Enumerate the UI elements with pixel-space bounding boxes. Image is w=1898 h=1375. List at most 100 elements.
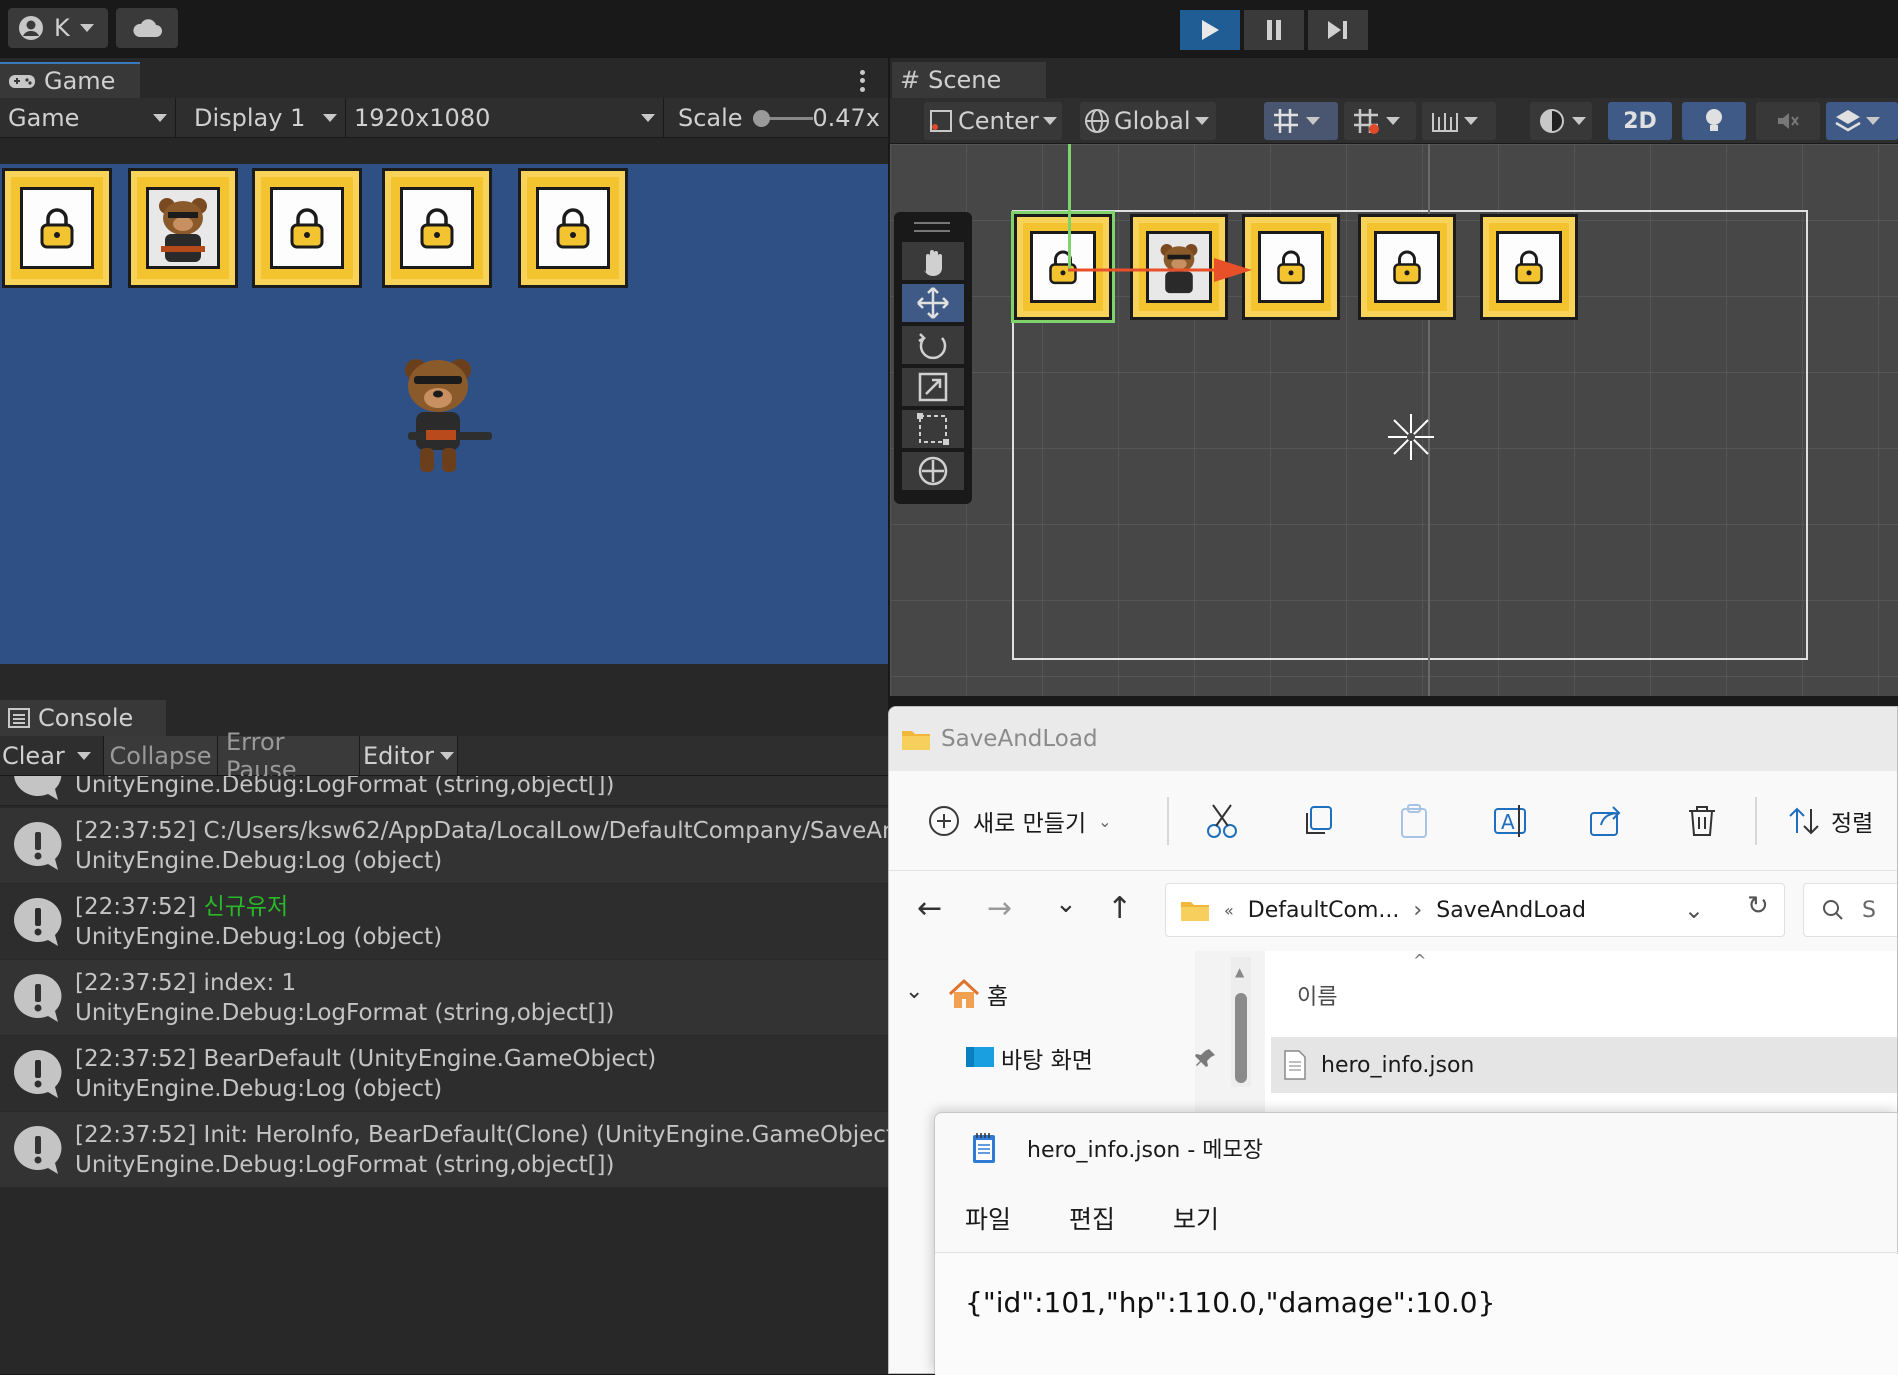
log-entry[interactable]: [22:37:52] C:/Users/ksw62/AppData/LocalL…	[0, 808, 888, 884]
scroll-up-icon[interactable]: ▲	[1235, 965, 1244, 979]
pin-icon[interactable]	[1195, 1047, 1217, 1069]
locked-slot[interactable]	[518, 168, 628, 288]
copy-icon[interactable]	[1301, 803, 1335, 839]
scene-locked-slot[interactable]	[1242, 214, 1340, 320]
back-arrow-icon[interactable]: ←	[917, 891, 942, 926]
error-pause-toggle[interactable]: Error Pause	[218, 728, 360, 784]
clear-button[interactable]: Clear	[0, 736, 65, 775]
file-row[interactable]: hero_info.json	[1271, 1037, 1897, 1093]
up-arrow-icon[interactable]: ↑	[1107, 891, 1132, 926]
paste-icon[interactable]	[1397, 803, 1431, 839]
recent-chevron-icon[interactable]: ⌄	[1055, 889, 1077, 919]
2d-mode-toggle[interactable]: 2D	[1608, 102, 1672, 140]
account-dropdown[interactable]: K	[8, 8, 108, 48]
x-axis-arrow-icon[interactable]	[1068, 252, 1254, 288]
share-icon[interactable]	[1589, 803, 1625, 839]
grid-icon	[1274, 109, 1298, 133]
log-stacktrace: UnityEngine.Debug:Log (object)	[75, 924, 443, 950]
unity-toolbar: K	[0, 0, 1898, 58]
log-message: UnityEngine.Debug:LogFormat (string,obje…	[75, 776, 615, 798]
rect-tool-button[interactable]	[902, 410, 964, 448]
audio-toggle[interactable]	[1756, 102, 1820, 140]
globe-icon	[1085, 109, 1109, 133]
new-button[interactable]: 새로 만들기 ⌄	[927, 801, 1112, 841]
log-message: [22:37:52] C:/Users/ksw62/AppData/LocalL…	[75, 818, 888, 844]
sort-button[interactable]: 정렬	[1787, 801, 1873, 841]
scene-toolbar: Center Global 2D	[890, 98, 1898, 144]
rotate-tool-button[interactable]	[902, 326, 964, 364]
pivot-dropdown[interactable]: Center	[924, 102, 1062, 140]
delete-icon[interactable]	[1685, 803, 1719, 839]
more-options-icon[interactable]	[852, 68, 872, 94]
console-icon	[8, 708, 30, 728]
locked-slot[interactable]	[252, 168, 362, 288]
console-partial-row[interactable]: UnityEngine.Debug:LogFormat (string,obje…	[0, 776, 888, 806]
space-dropdown[interactable]: Global	[1080, 102, 1216, 140]
cloud-button[interactable]	[116, 8, 178, 48]
scale-slider[interactable]	[752, 108, 813, 128]
address-dropdown-icon[interactable]: ⌄	[1684, 896, 1704, 924]
transform-tool-button[interactable]	[902, 452, 964, 490]
log-entry[interactable]: [22:37:52] index: 1 UnityEngine.Debug:Log…	[0, 960, 888, 1036]
step-button[interactable]	[1308, 10, 1368, 50]
increment-snap-button[interactable]	[1422, 102, 1496, 140]
overflow-chevrons-icon[interactable]: «	[1224, 901, 1234, 920]
collapse-toggle[interactable]: Collapse	[104, 736, 218, 775]
menu-file[interactable]: 파일	[965, 1200, 1011, 1236]
drag-handle-icon[interactable]	[914, 222, 950, 232]
log-entry[interactable]: [22:37:52] Init: HeroInfo, BearDefault(C…	[0, 1112, 888, 1188]
scene-hash-icon: #	[900, 66, 921, 94]
bear-character[interactable]	[398, 354, 492, 476]
rename-icon[interactable]: A	[1493, 803, 1529, 839]
menu-edit[interactable]: 편집	[1069, 1200, 1115, 1236]
warning-bubble-icon	[14, 974, 62, 1022]
breadcrumb-parent[interactable]: DefaultCom...	[1248, 898, 1400, 923]
scroll-thumb[interactable]	[1235, 993, 1247, 1083]
expand-chevron-icon[interactable]: ⌄	[905, 979, 923, 1004]
resolution-dropdown[interactable]: 1920x1080	[346, 98, 664, 137]
nav-item-home[interactable]: 홈	[947, 977, 1008, 1011]
log-entry[interactable]: [22:37:52] BearDefault (UnityEngine.Game…	[0, 1036, 888, 1112]
column-header-name[interactable]: 이름	[1297, 979, 1337, 1011]
scene-locked-slot[interactable]	[1358, 214, 1456, 320]
log-entry[interactable]: [22:37:52] 신규유저 UnityEngine.Debug:Log (ob…	[0, 884, 888, 960]
game-viewport[interactable]	[0, 164, 888, 664]
2d-label: 2D	[1623, 108, 1657, 134]
notepad-editor[interactable]: {"id":101,"hp":110.0,"damage":10.0}	[935, 1254, 1898, 1375]
grid-snap-button[interactable]	[1264, 102, 1338, 140]
tab-game[interactable]: Game	[0, 62, 140, 98]
pause-button[interactable]	[1244, 10, 1304, 50]
menu-view[interactable]: 보기	[1173, 1200, 1219, 1236]
sort-arrows-icon	[1789, 807, 1819, 835]
locked-slot[interactable]	[382, 168, 492, 288]
hero-slot[interactable]	[128, 168, 238, 288]
cut-icon[interactable]	[1205, 803, 1239, 839]
locked-slot[interactable]	[2, 168, 112, 288]
tab-scene[interactable]: # Scene	[892, 62, 1046, 98]
move-tool-button[interactable]	[902, 284, 964, 322]
editor-dropdown[interactable]: Editor	[360, 736, 458, 775]
display-dropdown[interactable]: Display 1	[176, 98, 346, 137]
hand-tool-button[interactable]	[902, 242, 964, 280]
breadcrumb-current[interactable]: SaveAndLoad	[1436, 898, 1586, 923]
forward-arrow-icon[interactable]: →	[987, 891, 1012, 926]
home-icon	[948, 978, 980, 1008]
refresh-icon[interactable]: ↻	[1747, 891, 1769, 921]
lighting-toggle[interactable]	[1682, 102, 1746, 140]
chevron-down-icon	[1386, 117, 1400, 125]
draw-mode-button[interactable]	[1530, 102, 1592, 140]
nav-item-desktop[interactable]: 바탕 화면	[965, 1041, 1093, 1075]
scene-locked-slot[interactable]	[1480, 214, 1578, 320]
effects-dropdown[interactable]	[1826, 102, 1898, 140]
game-view-dropdown[interactable]: Game	[0, 98, 176, 137]
console-toolbar: Clear Collapse Error Pause Editor	[0, 728, 888, 784]
scale-tool-button[interactable]	[902, 368, 964, 406]
snap-settings-button[interactable]	[1344, 102, 1416, 140]
play-button[interactable]	[1180, 10, 1240, 50]
search-box[interactable]: S	[1803, 883, 1897, 937]
tab-console[interactable]: Console	[0, 700, 166, 736]
address-bar[interactable]: « DefaultCom... › SaveAndLoad ⌄	[1165, 883, 1785, 937]
scene-viewport[interactable]	[890, 144, 1898, 696]
clear-options-dropdown[interactable]	[64, 736, 104, 775]
nav-scrollbar[interactable]: ▲	[1231, 957, 1251, 1087]
